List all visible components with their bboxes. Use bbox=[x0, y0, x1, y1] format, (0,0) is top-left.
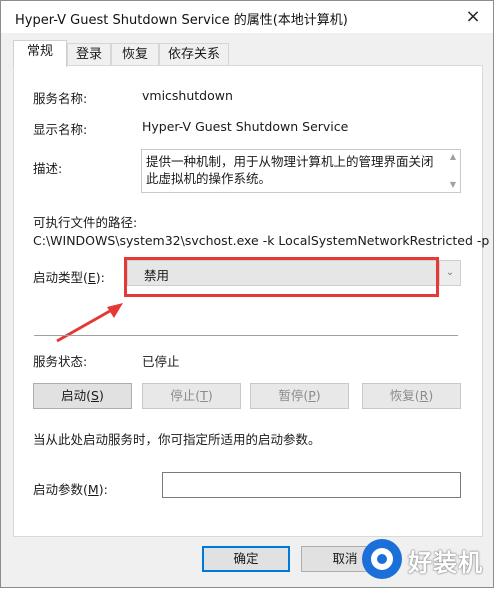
startup-type-label: 启动类型(E): bbox=[33, 270, 105, 285]
display-name-value: Hyper-V Guest Shutdown Service bbox=[142, 119, 349, 134]
start-params-label: 启动参数(M): bbox=[33, 482, 108, 497]
scroll-down-icon[interactable]: ▼ bbox=[447, 180, 459, 189]
description-text: 提供一种机制，用于从物理计算机上的管理界面关闭此虚拟机的操作系统。 bbox=[146, 154, 434, 186]
close-icon[interactable]: × bbox=[461, 5, 485, 29]
ok-button[interactable]: 确定 bbox=[202, 546, 290, 572]
title-bar: Hyper-V Guest Shutdown Service 的属性(本地计算机… bbox=[1, 1, 493, 33]
watermark-text: 好装机 bbox=[408, 549, 483, 577]
watermark-logo: 好装机 bbox=[362, 537, 494, 583]
logo-icon bbox=[362, 539, 402, 579]
tab-dependencies[interactable]: 依存关系 bbox=[159, 43, 229, 65]
resume-button[interactable]: 恢复(R) bbox=[362, 383, 461, 409]
path-label: 可执行文件的路径: bbox=[33, 215, 138, 230]
tab-general[interactable]: 常规 bbox=[13, 40, 67, 67]
description-label: 描述: bbox=[33, 161, 63, 176]
red-arrow-annotation bbox=[56, 303, 123, 343]
chevron-down-icon[interactable]: ⌄ bbox=[439, 261, 460, 285]
tab-recovery[interactable]: 恢复 bbox=[111, 43, 159, 65]
start-button[interactable]: 启动(S) bbox=[33, 383, 132, 409]
path-value: C:\WINDOWS\system32\svchost.exe -k Local… bbox=[33, 233, 490, 248]
pause-button[interactable]: 暂停(P) bbox=[250, 383, 349, 409]
window-title: Hyper-V Guest Shutdown Service 的属性(本地计算机… bbox=[15, 13, 348, 28]
properties-dialog: Hyper-V Guest Shutdown Service 的属性(本地计算机… bbox=[0, 0, 494, 588]
start-params-input[interactable] bbox=[162, 472, 461, 498]
service-status-value: 已停止 bbox=[142, 354, 180, 369]
red-highlight-box bbox=[124, 257, 439, 297]
service-name-value: vmicshutdown bbox=[142, 88, 233, 103]
service-status-label: 服务状态: bbox=[33, 354, 88, 369]
display-name-label: 显示名称: bbox=[33, 122, 88, 137]
separator bbox=[34, 335, 458, 336]
scroll-up-icon[interactable]: ▲ bbox=[447, 152, 459, 161]
tab-logon[interactable]: 登录 bbox=[67, 43, 111, 65]
stop-button[interactable]: 停止(T) bbox=[142, 383, 241, 409]
description-box[interactable]: 提供一种机制，用于从物理计算机上的管理界面关闭此虚拟机的操作系统。 ▲ ▼ bbox=[141, 149, 461, 193]
service-name-label: 服务名称: bbox=[33, 91, 88, 106]
start-params-hint: 当从此处启动服务时，你可指定所适用的启动参数。 bbox=[33, 432, 321, 447]
